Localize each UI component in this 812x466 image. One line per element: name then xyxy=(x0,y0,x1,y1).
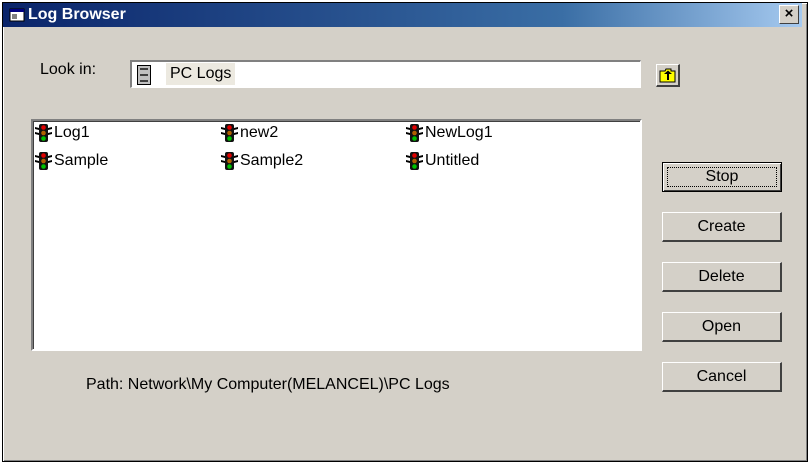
delete-button-label: Delete xyxy=(698,268,745,285)
cancel-button[interactable]: Cancel xyxy=(662,362,782,392)
close-icon: × xyxy=(784,5,794,22)
file-name: NewLog1 xyxy=(425,124,493,141)
look-in-label: Look in: xyxy=(40,61,97,78)
file-name: Sample2 xyxy=(240,152,304,169)
traffic-light-icon xyxy=(406,124,423,142)
file-name: Sample xyxy=(54,152,109,169)
folder-up-icon xyxy=(659,68,676,83)
traffic-light-icon xyxy=(35,124,52,142)
stop-button[interactable]: Stop xyxy=(662,162,782,192)
file-name: Untitled xyxy=(425,152,480,169)
create-button-label: Create xyxy=(697,218,746,235)
path-text: Path: Network\My Computer(MELANCEL)\PC L… xyxy=(86,376,450,393)
drive-icon xyxy=(137,65,151,85)
delete-button[interactable]: Delete xyxy=(662,262,782,292)
traffic-light-icon xyxy=(406,152,423,170)
file-name: Log1 xyxy=(54,124,90,141)
traffic-light-icon xyxy=(221,152,238,170)
title-bar[interactable]: Log Browser × xyxy=(3,3,802,27)
open-button-label: Open xyxy=(701,318,742,335)
log-file-list[interactable]: Log1 new2 NewLog1 Sample Sample2 Untitle… xyxy=(31,119,642,351)
close-button[interactable]: × xyxy=(779,5,799,24)
up-one-level-button[interactable] xyxy=(656,64,680,87)
window-icon xyxy=(9,8,25,22)
traffic-light-icon xyxy=(35,152,52,170)
traffic-light-icon xyxy=(221,124,238,142)
open-button[interactable]: Open xyxy=(662,312,782,342)
create-button[interactable]: Create xyxy=(662,212,782,242)
look-in-value: PC Logs xyxy=(166,63,236,85)
look-in-combo[interactable]: PC Logs xyxy=(130,60,641,88)
window-title: Log Browser xyxy=(28,6,126,23)
cancel-button-label: Cancel xyxy=(696,368,747,385)
file-name: new2 xyxy=(240,124,279,141)
stop-button-label: Stop xyxy=(705,168,739,185)
